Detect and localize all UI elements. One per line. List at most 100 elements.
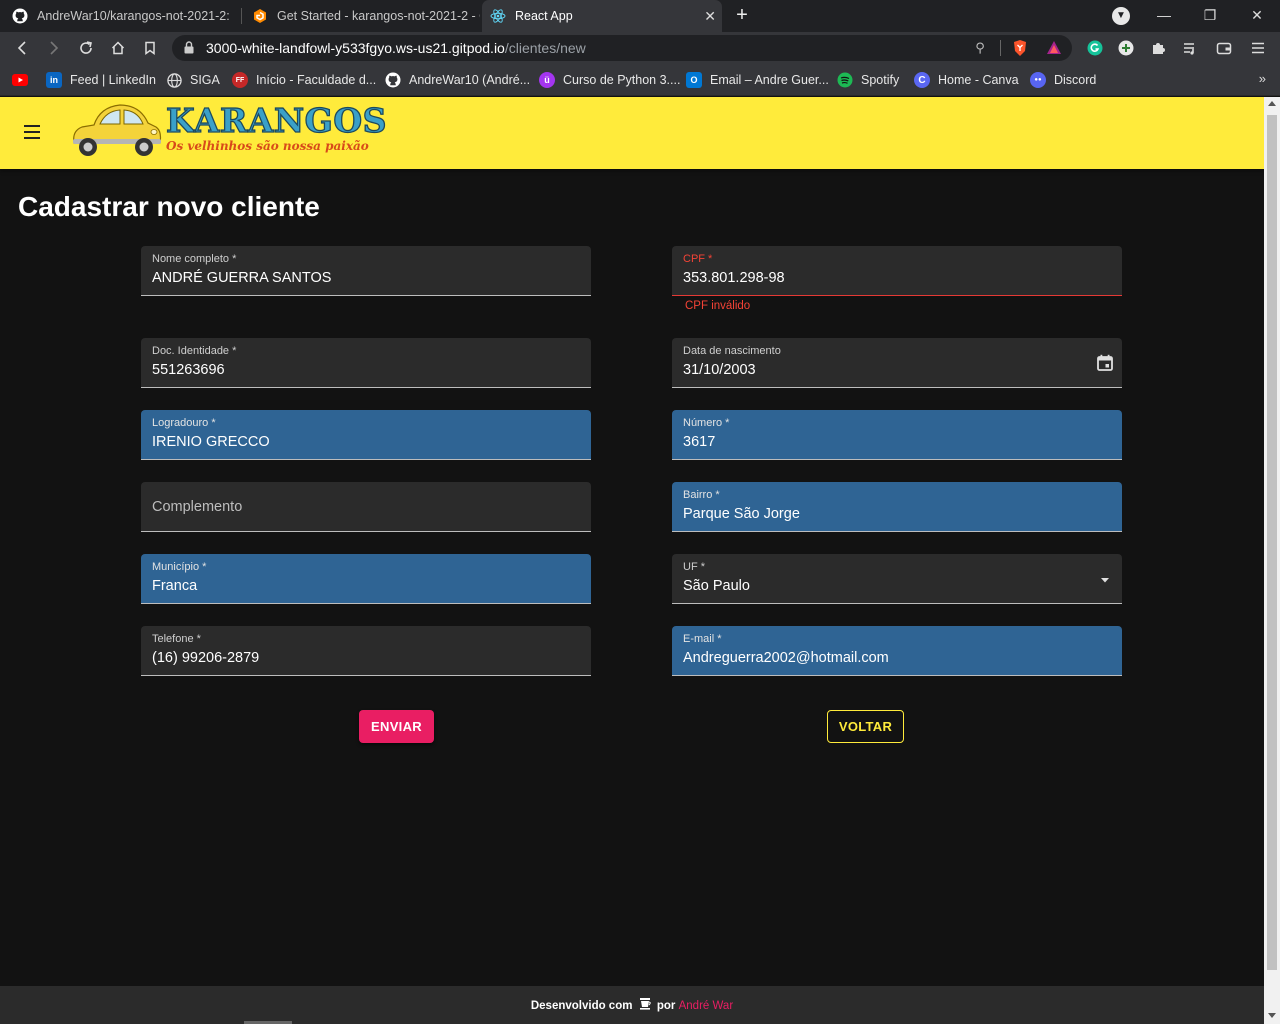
globe-icon [166, 72, 182, 88]
scroll-down-arrow-icon[interactable] [1268, 1013, 1276, 1018]
bookmark-discord[interactable]: ●● Discord [1030, 71, 1096, 89]
browser-toolbar: 3000-white-landfowl-y533fgyo.ws-us21.git… [0, 32, 1280, 64]
bookmark-spotify[interactable]: Spotify [837, 71, 899, 89]
outlook-icon: O [686, 72, 702, 88]
scroll-up-arrow-icon[interactable] [1268, 101, 1276, 106]
bookmark-linkedin[interactable]: in Feed | LinkedIn [46, 71, 156, 89]
bookmark-email[interactable]: O Email – Andre Guer... [686, 71, 829, 89]
field-label: CPF * [683, 253, 713, 265]
enviar-button[interactable]: ENVIAR [359, 710, 434, 743]
browser-menu-icon[interactable] [1248, 38, 1268, 58]
tab-title: Get Started - karangos-not-2021-2 - G [277, 9, 480, 23]
restore-icon[interactable]: ❐ [1198, 4, 1222, 26]
page-viewport: KARANGOS Os velhinhos são nossa paixão C… [0, 97, 1264, 1024]
close-tab-icon[interactable]: ✕ [704, 8, 716, 25]
field-value: 3617 [683, 434, 716, 450]
bookmark-github[interactable]: AndreWar10 (André... [385, 71, 530, 89]
field-label: E-mail * [683, 633, 722, 645]
address-bar[interactable]: 3000-white-landfowl-y533fgyo.ws-us21.git… [172, 35, 1072, 61]
bookmarks-bar: in Feed | LinkedIn SIGA FF Início - Facu… [0, 64, 1280, 96]
field-label: Nome completo * [152, 253, 237, 265]
lock-icon [184, 41, 194, 54]
footer-text: Desenvolvido com por André War [0, 997, 1264, 1012]
back-icon[interactable] [11, 37, 33, 59]
more-bookmarks-icon[interactable]: » [1259, 71, 1266, 86]
canva-icon: C [914, 72, 930, 88]
bookmark-label: Discord [1054, 73, 1097, 87]
field-value: (16) 99206-2879 [152, 650, 260, 666]
bairro-field[interactable]: Bairro * Parque São Jorge [672, 482, 1122, 532]
field-label: UF * [683, 561, 705, 573]
logo-tagline: Os velhinhos são nossa paixão [166, 139, 369, 153]
discord-icon: ●● [1030, 72, 1046, 88]
bookmark-label: Feed | LinkedIn [70, 73, 156, 87]
bookmark-faculdade[interactable]: FF Início - Faculdade d... [232, 71, 376, 89]
field-value: 551263696 [152, 362, 225, 378]
page-footer: Desenvolvido com por André War [0, 986, 1264, 1024]
app-header: KARANGOS Os velhinhos são nossa paixão [0, 97, 1264, 169]
field-label: Data de nascimento [683, 345, 781, 357]
numero-field[interactable]: Número * 3617 [672, 410, 1122, 460]
extensions-puzzle-icon[interactable] [1148, 38, 1168, 58]
gitpod-icon [252, 8, 268, 24]
grammarly-icon[interactable] [1085, 38, 1105, 58]
new-tab-icon[interactable]: + [732, 4, 752, 26]
voltar-button[interactable]: VOLTAR [827, 710, 904, 743]
brave-shields-icon[interactable] [1010, 38, 1030, 58]
add-extension-icon[interactable] [1116, 38, 1136, 58]
bookmark-icon[interactable] [139, 37, 161, 59]
logradouro-field[interactable]: Logradouro * IRENIO GRECCO [141, 410, 591, 460]
bookmark-canva[interactable]: C Home - Canva [914, 71, 1019, 89]
bookmark-label: Email – Andre Guer... [710, 73, 829, 87]
vertical-scrollbar[interactable] [1264, 97, 1280, 1024]
reload-icon[interactable] [75, 37, 97, 59]
car-icon [73, 104, 162, 156]
wallet-icon[interactable] [1214, 38, 1234, 58]
bookmark-label: SIGA [190, 73, 220, 87]
complemento-field[interactable]: Complemento [141, 482, 591, 532]
calendar-icon[interactable] [1096, 354, 1114, 372]
close-window-icon[interactable]: ✕ [1245, 4, 1269, 26]
bookmark-label: Início - Faculdade d... [256, 73, 377, 87]
coffee-icon [639, 998, 651, 1010]
ff-icon: FF [232, 72, 248, 88]
spotify-icon [837, 72, 853, 88]
field-value: ANDRÉ GUERRA SANTOS [152, 270, 332, 286]
field-placeholder: Complemento [152, 499, 243, 515]
tab-search-icon[interactable]: ▼ [1112, 7, 1130, 25]
minimize-icon[interactable]: — [1152, 4, 1176, 26]
uf-select[interactable]: UF * São Paulo [672, 554, 1122, 604]
cpf-field[interactable]: CPF * 353.801.298-98 [672, 246, 1122, 296]
bookmark-label: Curso de Python 3.... [563, 73, 681, 87]
field-value: Parque São Jorge [683, 506, 800, 522]
field-label: Doc. Identidade * [152, 345, 237, 357]
media-playlist-icon[interactable] [1180, 38, 1200, 58]
browser-tab-active[interactable]: React App ✕ [482, 0, 722, 32]
logo-title: KARANGOS [165, 100, 387, 140]
footer-author-link[interactable]: André War [679, 1000, 734, 1012]
field-label: Município * [152, 561, 207, 573]
brave-rewards-icon[interactable] [1044, 38, 1064, 58]
tab-title: React App [515, 9, 573, 23]
bookmark-youtube[interactable] [12, 71, 36, 89]
hamburger-menu-icon[interactable] [22, 122, 42, 142]
dropdown-arrow-icon[interactable] [1096, 571, 1114, 589]
nome-completo-field[interactable]: Nome completo * ANDRÉ GUERRA SANTOS [141, 246, 591, 296]
scrollbar-thumb[interactable] [1267, 115, 1277, 970]
bookmark-siga[interactable]: SIGA [166, 71, 220, 89]
field-label: Número * [683, 417, 730, 429]
data-nascimento-field[interactable]: Data de nascimento 31/10/2003 [672, 338, 1122, 388]
municipio-field[interactable]: Município * Franca [141, 554, 591, 604]
field-label: Bairro * [683, 489, 720, 501]
email-field[interactable]: E-mail * Andreguerra2002@hotmail.com [672, 626, 1122, 676]
youtube-icon [12, 72, 28, 88]
zoom-icon[interactable]: ⚲ [970, 38, 990, 58]
bookmark-python-course[interactable]: ü Curso de Python 3.... [539, 71, 680, 89]
home-icon[interactable] [107, 37, 129, 59]
karangos-logo[interactable]: KARANGOS Os velhinhos são nossa paixão [68, 99, 387, 161]
forward-icon[interactable] [43, 37, 65, 59]
doc-identidade-field[interactable]: Doc. Identidade * 551263696 [141, 338, 591, 388]
browser-tab[interactable]: AndreWar10/karangos-not-2021-2: [12, 0, 240, 32]
telefone-field[interactable]: Telefone * (16) 99206-2879 [141, 626, 591, 676]
browser-tab[interactable]: Get Started - karangos-not-2021-2 - G [252, 0, 480, 32]
